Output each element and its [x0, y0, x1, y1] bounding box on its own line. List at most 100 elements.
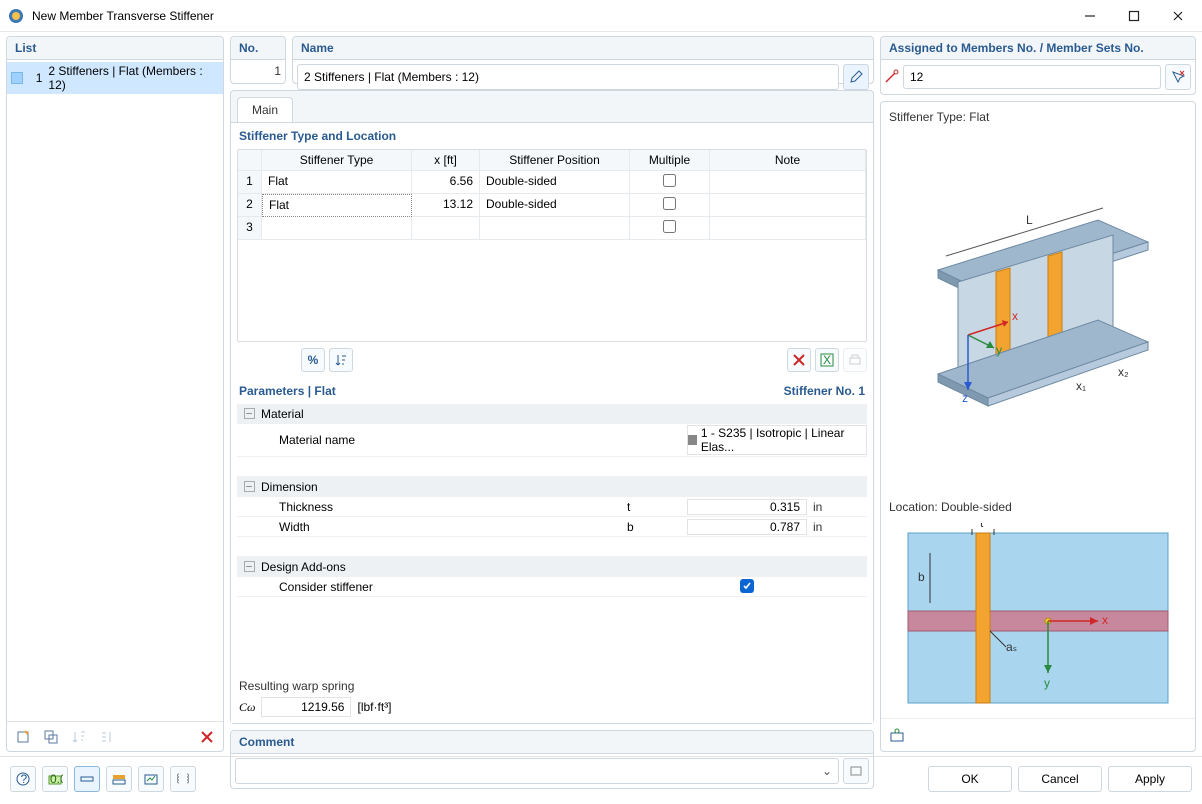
svg-text:y: y — [1044, 676, 1050, 690]
col-pos: Stiffener Position — [480, 150, 630, 171]
new-item-button[interactable] — [11, 725, 35, 749]
apply-button[interactable]: Apply — [1108, 766, 1192, 792]
renumber-button[interactable] — [95, 725, 119, 749]
svg-text:0.00: 0.00 — [50, 772, 63, 786]
edit-name-button[interactable] — [843, 64, 869, 90]
collapse-icon[interactable]: − — [244, 481, 255, 492]
consider-checkbox[interactable] — [687, 579, 807, 594]
stiffener-no-label: Stiffener No. 1 — [784, 384, 865, 398]
svg-text:L: L — [1026, 213, 1033, 227]
comment-combo[interactable]: ⌄ — [235, 758, 839, 784]
col-type: Stiffener Type — [262, 150, 412, 171]
assigned-header: Assigned to Members No. / Member Sets No… — [881, 37, 1195, 60]
minimize-button[interactable] — [1068, 1, 1112, 31]
app-icon — [8, 8, 24, 24]
no-value: 1 — [231, 60, 285, 82]
help-button[interactable]: ? — [10, 766, 36, 792]
width-row[interactable]: Width b 0.787 in — [237, 517, 867, 537]
delete-item-button[interactable] — [195, 725, 219, 749]
type-location-title: Stiffener Type and Location — [231, 123, 873, 149]
view-sets-button[interactable] — [106, 766, 132, 792]
design-addons-group[interactable]: − Design Add-ons — [237, 557, 867, 577]
view-preview-button[interactable] — [138, 766, 164, 792]
comment-panel: Comment ⌄ — [230, 730, 874, 789]
width-value[interactable]: 0.787 — [687, 519, 807, 535]
svg-text:x₁: x₁ — [1076, 379, 1086, 393]
assigned-input[interactable] — [903, 65, 1161, 89]
svg-text:aₛ: aₛ — [1006, 640, 1017, 654]
svg-text:x: x — [1102, 613, 1108, 627]
target-icon — [885, 69, 899, 86]
svg-text:z: z — [962, 391, 968, 405]
parameters-grid: − Material Material name 1 - S235 | Isot… — [237, 404, 867, 667]
svg-text:X: X — [823, 353, 831, 367]
preview-toolbar — [881, 718, 1195, 751]
dimension-group[interactable]: − Dimension — [237, 477, 867, 497]
ok-button[interactable]: OK — [928, 766, 1012, 792]
table-row[interactable]: 2 Flat 13.12 Double-sided — [238, 194, 866, 217]
duplicate-item-button[interactable] — [39, 725, 63, 749]
sort-button[interactable] — [67, 725, 91, 749]
warp-symbol: Cω — [239, 700, 255, 715]
table-row[interactable]: 1 Flat 6.56 Double-sided — [238, 171, 866, 194]
close-button[interactable] — [1156, 1, 1200, 31]
svg-text:t: t — [980, 523, 984, 530]
sort-grid-button[interactable] — [329, 348, 353, 372]
preview-loc-label: Location: Double-sided — [881, 492, 1195, 518]
name-panel: Name — [292, 36, 874, 84]
percent-button[interactable]: % — [301, 348, 325, 372]
material-swatch-icon — [688, 435, 697, 445]
units-button[interactable]: 0.00 — [42, 766, 68, 792]
thickness-value[interactable]: 0.315 — [687, 499, 807, 515]
svg-text:b: b — [918, 570, 925, 584]
svg-text:y: y — [996, 343, 1002, 357]
svg-text:x: x — [1012, 309, 1018, 323]
print-button[interactable] — [843, 348, 867, 372]
consider-stiffener-row[interactable]: Consider stiffener — [237, 577, 867, 597]
list-item-label: 2 Stiffeners | Flat (Members : 12) — [48, 64, 219, 92]
col-note: Note — [710, 150, 866, 171]
multiple-checkbox[interactable] — [663, 220, 676, 233]
list-header: List — [7, 37, 223, 60]
multiple-checkbox[interactable] — [663, 197, 676, 210]
tab-main[interactable]: Main — [237, 97, 293, 122]
material-name-row[interactable]: Material name 1 - S235 | Isotropic | Lin… — [237, 424, 867, 457]
grid-toolbar: % X — [231, 342, 873, 378]
list-body[interactable]: 1 2 Stiffeners | Flat (Members : 12) — [7, 60, 223, 721]
svg-text:x₂: x₂ — [1118, 365, 1129, 379]
preview-type-label: Stiffener Type: Flat — [881, 102, 1195, 128]
warp-spring-row: Resulting warp spring Cω [lbf·ft³] — [231, 673, 873, 723]
script-button[interactable] — [170, 766, 196, 792]
material-group[interactable]: − Material — [237, 404, 867, 424]
stiffener-grid[interactable]: Stiffener Type x [ft] Stiffener Position… — [237, 149, 867, 342]
maximize-button[interactable] — [1112, 1, 1156, 31]
list-item[interactable]: 1 2 Stiffeners | Flat (Members : 12) — [7, 62, 223, 94]
view-members-button[interactable] — [74, 766, 100, 792]
warp-unit: [lbf·ft³] — [357, 700, 391, 714]
export-xls-button[interactable]: X — [815, 348, 839, 372]
table-row[interactable]: 3 — [238, 217, 866, 240]
chevron-down-icon: ⌄ — [822, 764, 832, 778]
color-swatch-icon — [11, 72, 23, 84]
multiple-checkbox[interactable] — [663, 174, 676, 187]
titlebar: New Member Transverse Stiffener — [0, 0, 1202, 32]
thickness-row[interactable]: Thickness t 0.315 in — [237, 497, 867, 517]
collapse-icon[interactable]: − — [244, 408, 255, 419]
no-header: No. — [231, 37, 285, 60]
preview-settings-button[interactable] — [885, 723, 909, 747]
list-panel: List 1 2 Stiffeners | Flat (Members : 12… — [6, 36, 224, 752]
list-item-index: 1 — [29, 71, 43, 85]
collapse-icon[interactable]: − — [244, 561, 255, 572]
comment-header: Comment — [231, 731, 873, 754]
clear-row-button[interactable] — [787, 348, 811, 372]
name-input[interactable] — [297, 64, 839, 90]
number-panel: No. 1 — [230, 36, 286, 84]
comment-extra-button[interactable] — [843, 758, 869, 784]
name-header: Name — [293, 37, 873, 60]
preview-3d: x y z L x₁ x₂ — [881, 128, 1195, 492]
assigned-panel: Assigned to Members No. / Member Sets No… — [880, 36, 1196, 95]
window-title: New Member Transverse Stiffener — [32, 9, 1068, 23]
material-value[interactable]: 1 - S235 | Isotropic | Linear Elas... — [687, 425, 867, 455]
cancel-button[interactable]: Cancel — [1018, 766, 1102, 792]
pick-button[interactable] — [1165, 64, 1191, 90]
